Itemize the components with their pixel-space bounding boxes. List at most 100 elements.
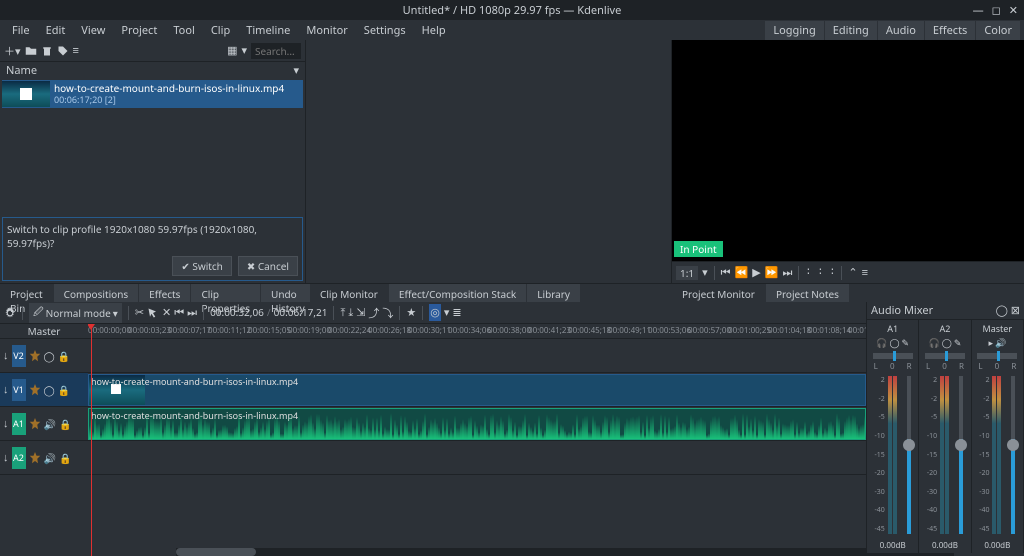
mixer-close-icon[interactable]: ⊠ [1011,303,1020,318]
forward-icon[interactable]: ⏩ [765,265,779,280]
add-clip-button[interactable]: ＋▾ [4,43,21,59]
video-clip[interactable]: how-to-create-mount-and-burn-isos-in-lin… [88,374,866,406]
list-icon[interactable]: ≣ [452,305,461,320]
menu-clip[interactable]: Clip [203,21,238,40]
track-head-a1[interactable]: ↓ A1 🔊 🔒 [0,407,88,441]
viewer[interactable]: In Point [672,40,1024,261]
expand-icon[interactable]: ↓ [3,382,9,397]
zone-extract-icon[interactable]: ⤵ [382,305,393,321]
pan-slider[interactable] [873,353,913,359]
maximize-icon[interactable]: ◻ [992,3,1001,18]
zone-out-icon[interactable]: ⤓ [348,305,353,320]
preview-render-icon[interactable]: ◎ [429,304,441,321]
lock-icon[interactable]: 🔒 [58,349,70,363]
menu-icon[interactable]: ≡ [73,43,79,58]
view-mode-icon[interactable]: ▦ [227,43,237,58]
tab-compositions[interactable]: Compositions [54,284,139,302]
expand-icon[interactable]: ↓ [3,348,9,363]
layout-editing[interactable]: Editing [824,21,877,40]
tab-clip-monitor[interactable]: Clip Monitor [310,284,388,302]
mute-icon[interactable]: ◯ [44,349,55,363]
lock-icon[interactable]: 🔒 [58,383,70,397]
pan-slider[interactable] [925,353,965,359]
volume-slider[interactable] [907,376,911,534]
speaker-icon[interactable]: 🔊 [44,451,56,465]
edit-mode-dropdown[interactable]: 🖉 Normal mode ▾ [29,303,122,323]
menu-settings[interactable]: Settings [356,21,414,40]
view-dropdown[interactable]: ▾ [241,43,247,58]
monitor-menu-icon[interactable]: ≡ [862,265,868,280]
menu-help[interactable]: Help [414,21,454,40]
tab-project-monitor[interactable]: Project Monitor [672,284,765,302]
rewind-start-icon[interactable]: ⏮ [721,265,731,280]
tab-project-notes[interactable]: Project Notes [766,284,849,302]
pan-slider[interactable] [977,353,1017,359]
tab-library[interactable]: Library [527,284,580,302]
chevron-down-icon[interactable]: ▾ [702,265,708,280]
speaker-icon[interactable]: 🔊 [995,336,1006,349]
switch-button[interactable]: ✔ Switch [172,256,232,276]
minimize-icon[interactable]: — [973,3,984,18]
layout-logging[interactable]: Logging [764,21,823,40]
timeline-timecode[interactable]: 00:00:32,06/00:06:17,21 [210,305,327,320]
preview-dropdown[interactable]: ▾ [444,305,450,320]
monitor-timecode[interactable]: : : : [805,267,835,278]
menu-timeline[interactable]: Timeline [238,21,298,40]
volume-slider[interactable] [1011,376,1015,534]
menu-monitor[interactable]: Monitor [298,21,355,40]
delete-icon[interactable] [41,43,53,58]
menu-view[interactable]: View [73,21,113,40]
menu-project[interactable]: Project [113,21,165,40]
lock-icon[interactable]: 🔒 [59,417,71,431]
expand-icon[interactable]: ↓ [3,416,9,431]
bin-item[interactable]: how-to-create-mount-and-burn-isos-in-lin… [2,80,303,108]
lock-icon[interactable]: 🔒 [59,451,71,465]
tab-clip-properties[interactable]: Clip Properties [191,284,260,302]
play-icon[interactable]: ▶ [752,265,760,280]
bin-column-header[interactable]: Name ▾ [0,62,305,78]
star-icon[interactable] [29,452,41,464]
layout-effects[interactable]: Effects [924,21,975,40]
spacer-tool-icon[interactable]: ✕ [162,305,171,320]
headphone-icon[interactable]: 🎧 [929,336,940,349]
layout-color[interactable]: Color [975,21,1020,40]
star-icon[interactable] [29,384,41,396]
folder-icon[interactable] [25,43,37,58]
cancel-button[interactable]: ✖ Cancel [238,256,298,276]
layout-audio[interactable]: Audio [877,21,924,40]
rewind-icon[interactable]: ⏪ [735,265,749,280]
playhead[interactable] [91,324,92,556]
search-input[interactable] [251,43,301,59]
forward-end-icon[interactable]: ⏭ [782,265,792,280]
zone-play-icon[interactable]: ⇲ [356,305,365,320]
monitor-options-icon[interactable]: ⌃ [848,265,857,280]
gear-icon[interactable] [4,305,16,320]
headphone-icon[interactable]: 🎧 [876,336,887,349]
master-label[interactable]: Master [0,324,88,339]
star-icon[interactable] [29,418,41,430]
expand-icon[interactable]: ▸ [988,336,993,349]
tab-effects[interactable]: Effects [139,284,190,302]
menu-edit[interactable]: Edit [38,21,74,40]
tag-icon[interactable] [57,43,69,58]
track-head-a2[interactable]: ↓ A2 🔊 🔒 [0,441,88,475]
mute-icon[interactable]: ◯ [942,336,952,349]
audio-clip[interactable]: how-to-create-mount-and-burn-isos-in-lin… [88,408,866,440]
fx-icon[interactable]: ✎ [954,336,962,349]
razor-tool-icon[interactable]: ✂ [135,305,144,320]
tab-undo-history[interactable]: Undo History [261,284,315,302]
volume-slider[interactable] [959,376,963,534]
mute-icon[interactable]: ◯ [889,336,899,349]
tab-project-bin[interactable]: Project Bin [0,284,53,302]
expand-icon[interactable]: ↓ [3,450,9,465]
star-icon[interactable] [29,350,41,362]
selection-tool-icon[interactable] [147,305,159,320]
skip-start-icon[interactable]: ⏮ [174,305,184,320]
zone-lift-icon[interactable]: ⤴ [368,305,379,321]
zoom-scale[interactable]: 1:1 [676,266,698,280]
track-head-v2[interactable]: ↓ V2 ◯ 🔒 [0,339,88,373]
track-head-v1[interactable]: ↓ V1 ◯ 🔒 [0,373,88,407]
speaker-icon[interactable]: 🔊 [44,417,56,431]
menu-file[interactable]: File [4,21,38,40]
mute-icon[interactable]: ◯ [44,383,55,397]
